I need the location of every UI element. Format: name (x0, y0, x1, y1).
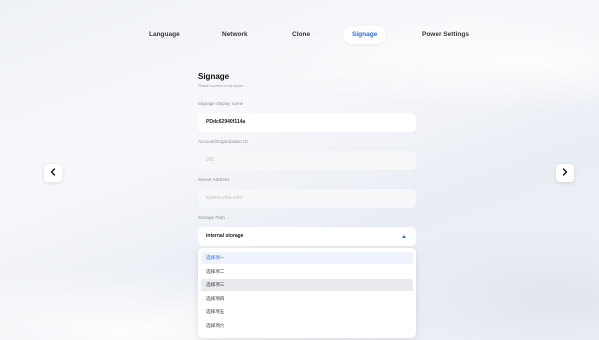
account-id-field[interactable]: 001 (198, 151, 416, 170)
account-id-label: Account/Organization ID (198, 139, 248, 144)
dropdown-option[interactable]: 选择项六 (201, 320, 413, 332)
settings-tab-bar: Language Network Clone Signage Power Set… (0, 26, 599, 44)
dropdown-option[interactable]: 选择项二 (201, 266, 413, 278)
next-page-button[interactable] (556, 164, 574, 182)
dropdown-option[interactable]: 选择项四 (201, 293, 413, 305)
chevron-left-icon (49, 167, 57, 179)
tab-network[interactable]: Network (213, 26, 257, 44)
tab-clone[interactable]: Clone (283, 26, 319, 44)
dropdown-option[interactable]: 选择项三 (201, 279, 413, 291)
dropdown-option[interactable]: 选择项五 (201, 306, 413, 318)
display-name-field[interactable]: PDdc62940f114a (198, 113, 416, 132)
tab-signage[interactable]: Signage (343, 26, 387, 44)
chevron-right-icon (561, 167, 569, 179)
storage-path-label: Storage Path (198, 215, 225, 220)
server-address-field[interactable]: kyamo.vina.com (198, 189, 416, 208)
caret-up-icon (402, 235, 406, 238)
page-title: Signage (198, 72, 230, 81)
storage-path-select[interactable]: internal storage (198, 227, 416, 246)
dropdown-option[interactable]: 选择项一 (201, 252, 413, 264)
tab-language[interactable]: Language (140, 26, 189, 44)
tab-power-settings[interactable]: Power Settings (413, 26, 478, 44)
storage-path-value: internal storage (206, 233, 244, 239)
page-subtitle: Please connect to the server (198, 84, 244, 88)
storage-path-dropdown: 选择项一 选择项二 选择项三 选择项四 选择项五 选择项六 (198, 248, 416, 338)
previous-page-button[interactable] (44, 164, 62, 182)
server-address-label: Server Address (198, 177, 230, 182)
display-name-label: Signage display name (198, 101, 244, 106)
